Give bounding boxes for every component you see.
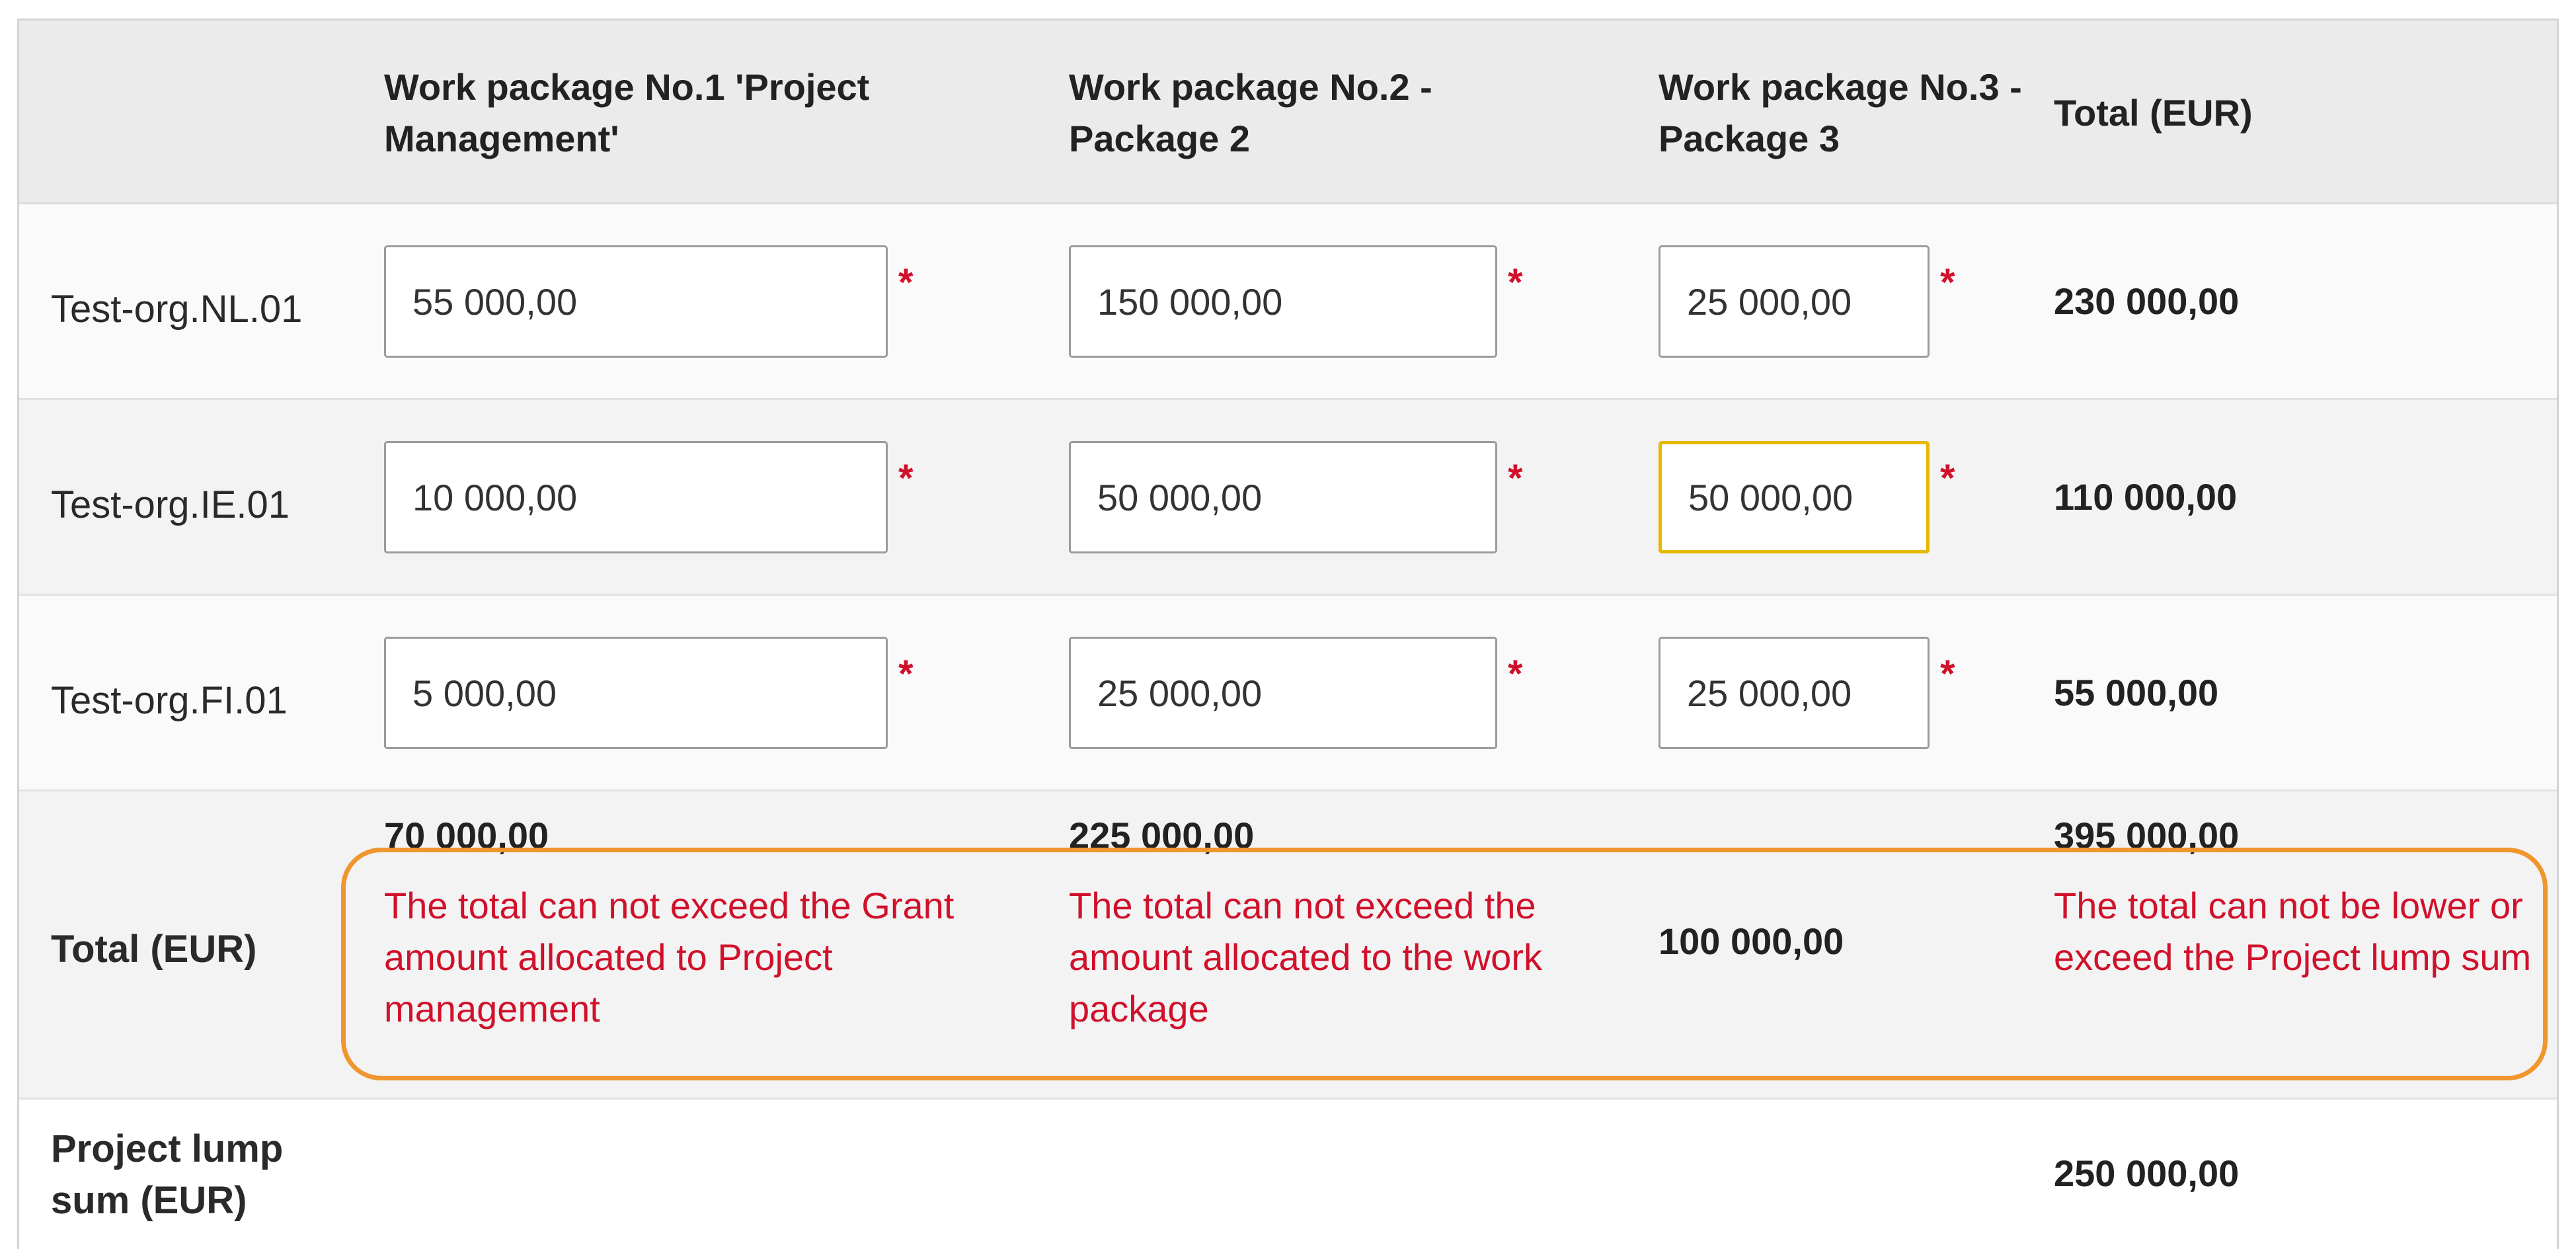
wp2-total-error: The total can not exceed the amount allo… xyxy=(1069,885,1542,1029)
wp1-total-value: 70 000,00 xyxy=(384,815,549,856)
table-header-row: Work package No.1 'Project Management' W… xyxy=(19,20,2557,204)
budget-table: Work package No.1 'Project Management' W… xyxy=(17,19,2559,1249)
wp2-amount-input[interactable] xyxy=(1069,637,1497,749)
grand-total-error: The total can not be lower or exceed the… xyxy=(2054,885,2532,978)
required-marker: * xyxy=(898,653,914,696)
org-name: Test-org.FI.01 xyxy=(51,679,288,722)
lump-sum-label: Project lump sum (EUR) xyxy=(51,1127,284,1222)
org-name: Test-org.NL.01 xyxy=(51,288,303,331)
header-total: Total (EUR) xyxy=(2054,92,2253,134)
wp1-amount-input[interactable] xyxy=(384,441,888,553)
required-marker: * xyxy=(1508,653,1523,696)
row-total-value: 230 000,00 xyxy=(2054,280,2240,322)
wp2-total-value: 225 000,00 xyxy=(1069,815,1255,856)
wp1-total-error: The total can not exceed the Grant amoun… xyxy=(384,885,955,1029)
table-row: Test-org.NL.01 * * * 230 000,00 xyxy=(19,204,2557,400)
wp3-amount-input-focused[interactable] xyxy=(1659,441,1930,553)
header-wp2: Work package No.2 - Package 2 xyxy=(1069,66,1432,159)
row-total-value: 55 000,00 xyxy=(2054,672,2219,713)
table-row: Test-org.FI.01 * * * 55 000,00 xyxy=(19,596,2557,791)
wp2-amount-input[interactable] xyxy=(1069,441,1497,553)
wp3-amount-input[interactable] xyxy=(1659,245,1930,358)
header-wp3: Work package No.3 - Package 3 xyxy=(1659,66,2022,159)
wp3-amount-input[interactable] xyxy=(1659,637,1930,749)
required-marker: * xyxy=(1940,653,1955,696)
required-marker: * xyxy=(898,457,914,500)
wp1-amount-input[interactable] xyxy=(384,637,888,749)
required-marker: * xyxy=(898,261,914,304)
wp2-amount-input[interactable] xyxy=(1069,245,1497,358)
totals-row: Total (EUR) 70 000,00 The total can not … xyxy=(19,791,2557,1100)
required-marker: * xyxy=(1940,457,1955,500)
required-marker: * xyxy=(1940,261,1955,304)
wp3-total-value: 100 000,00 xyxy=(1659,920,1844,962)
wp1-amount-input[interactable] xyxy=(384,245,888,358)
required-marker: * xyxy=(1508,457,1523,500)
lump-sum-value: 250 000,00 xyxy=(2054,1152,2240,1194)
totals-label: Total (EUR) xyxy=(51,928,257,971)
table-row: Test-org.IE.01 * * * 110 000,00 xyxy=(19,400,2557,596)
row-total-value: 110 000,00 xyxy=(2054,476,2238,518)
lump-sum-row: Project lump sum (EUR) 250 000,00 xyxy=(19,1100,2557,1249)
header-wp1: Work package No.1 'Project Management' xyxy=(384,66,870,159)
required-marker: * xyxy=(1508,261,1523,304)
grand-total-value: 395 000,00 xyxy=(2054,815,2240,856)
org-name: Test-org.IE.01 xyxy=(51,483,290,526)
